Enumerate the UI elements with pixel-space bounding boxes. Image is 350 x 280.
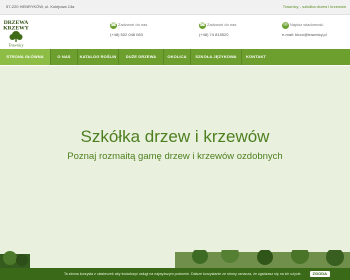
nav-item-language-school[interactable]: SZKOŁA JĘZYKOWA bbox=[191, 49, 241, 65]
logo-line3: Trawnicy bbox=[9, 43, 24, 48]
cookie-banner: Ta strona korzysta z ciasteczek aby świa… bbox=[0, 268, 350, 280]
address-text: 57-220 HENRYKÓW, ul. Kolejowa 13a bbox=[6, 4, 75, 9]
cookie-accept-button[interactable]: ZGODA bbox=[309, 271, 330, 277]
contact-phone-2[interactable]: ☎ Zadzwoń do nas (+48) 74 815520 bbox=[199, 22, 236, 38]
nav-item-about[interactable]: O NAS bbox=[51, 49, 77, 65]
nav-item-catalog[interactable]: KATALOG ROŚLIN bbox=[78, 49, 118, 65]
cookie-message: Ta strona korzysta z ciasteczek aby świa… bbox=[64, 272, 302, 276]
site-header: DRZEWA KRZEWY Trawnicy ☎ Zadzwoń do nas … bbox=[0, 15, 350, 48]
contact-value: (+48) 74 815520 bbox=[199, 32, 229, 37]
site-tagline: Trawnicy - szkółka drzew i krzewów bbox=[282, 4, 346, 9]
nav-item-big-trees[interactable]: DUŻE DRZEWA bbox=[119, 49, 163, 65]
nav-item-contact[interactable]: KONTAKT bbox=[242, 49, 270, 65]
logo-line2: KRZEWY bbox=[3, 26, 29, 32]
phone-icon: ☎ bbox=[199, 22, 206, 29]
top-info-bar: 57-220 HENRYKÓW, ul. Kolejowa 13a Trawni… bbox=[0, 0, 350, 15]
contact-phone-1[interactable]: ☎ Zadzwoń do nas (+48) 502 048 083 bbox=[110, 22, 147, 38]
phone-icon: ☎ bbox=[110, 22, 117, 29]
mail-icon: ✉ bbox=[282, 22, 289, 29]
main-navigation: STRONA GŁÓWNA O NAS KATALOG ROŚLIN DUŻE … bbox=[0, 49, 350, 65]
site-logo[interactable]: DRZEWA KRZEWY Trawnicy bbox=[3, 18, 29, 48]
contact-mail[interactable]: ✉ Napisz wiadomość e-mail: biuro@trawnic… bbox=[282, 22, 327, 38]
nav-item-area[interactable]: OKOLICA bbox=[164, 49, 190, 65]
hero-title: Szkółka drzew i krzewów bbox=[80, 127, 270, 146]
nav-item-home[interactable]: STRONA GŁÓWNA bbox=[0, 49, 50, 65]
hero-subtitle: Poznaj rozmaitą gamę drzew i krzewów ozd… bbox=[67, 151, 283, 162]
contact-value: e-mail: biuro@trawnicy.pl bbox=[282, 32, 327, 37]
contact-value: (+48) 502 048 083 bbox=[110, 32, 143, 37]
hero-section: Szkółka drzew i krzewów Poznaj rozmaitą … bbox=[0, 66, 350, 266]
